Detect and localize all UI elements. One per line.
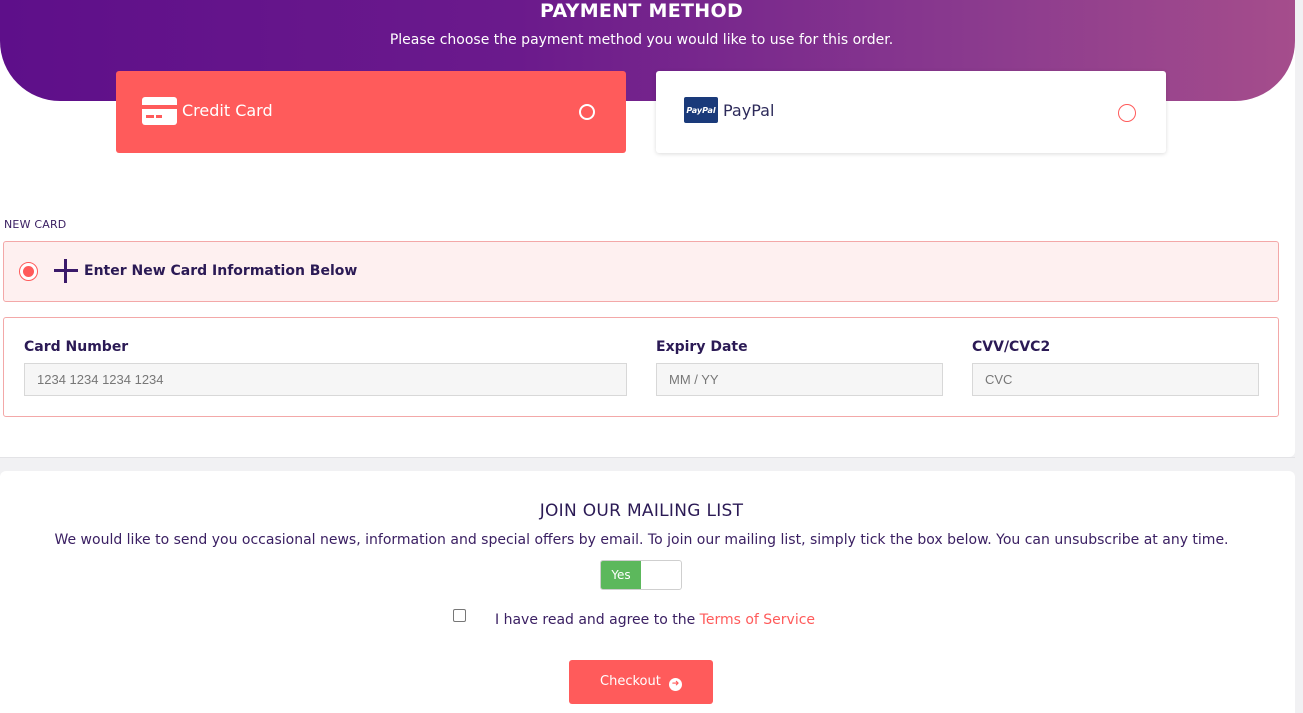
expiry-date-label: Expiry Date <box>656 339 748 355</box>
page-title: PAYMENT METHOD <box>539 0 744 22</box>
section-divider <box>0 457 1295 458</box>
checkout-button[interactable]: Checkout ➜ <box>569 660 713 704</box>
paypal-radio[interactable] <box>1118 104 1136 122</box>
mailing-list-title: JOIN OUR MAILING LIST <box>539 501 744 521</box>
new-card-option-label: Enter New Card Information Below <box>84 263 358 279</box>
arrow-right-icon: ➜ <box>668 678 682 691</box>
card-details-form: Card Number 1234 1234 1234 1234 Expiry D… <box>3 317 1279 417</box>
cvv-input[interactable]: CVC <box>972 363 1259 396</box>
terms-checkbox[interactable] <box>453 609 466 622</box>
new-card-section-label: NEW CARD <box>4 218 67 231</box>
terms-of-service-link[interactable]: Terms of Service <box>700 612 815 628</box>
mailing-list-section: JOIN OUR MAILING LIST We would like to s… <box>0 471 1295 713</box>
mailing-list-toggle[interactable]: Yes <box>600 560 682 590</box>
cvv-label: CVV/CVC2 <box>972 339 1051 355</box>
scrollbar[interactable] <box>1295 0 1303 713</box>
credit-card-radio[interactable] <box>579 104 595 120</box>
card-number-input[interactable]: 1234 1234 1234 1234 <box>24 363 627 396</box>
payment-option-label: Credit Card <box>182 101 273 120</box>
checkout-label: Checkout <box>600 674 661 689</box>
new-card-radio[interactable] <box>19 262 38 281</box>
payment-option-paypal[interactable]: PayPal PayPal <box>656 71 1166 153</box>
new-card-option[interactable]: Enter New Card Information Below <box>3 241 1279 302</box>
page-subtitle: Please choose the payment method you wou… <box>389 32 894 48</box>
toggle-yes-label: Yes <box>601 561 641 589</box>
expiry-date-input[interactable]: MM / YY <box>656 363 943 396</box>
terms-text: I have read and agree to the Terms of Se… <box>495 612 815 628</box>
payment-option-credit-card[interactable]: Credit Card <box>116 71 626 153</box>
payment-section: PAYMENT METHOD Please choose the payment… <box>0 0 1295 457</box>
terms-prefix: I have read and agree to the <box>495 612 700 628</box>
card-number-label: Card Number <box>24 339 129 355</box>
plus-icon <box>54 259 78 283</box>
paypal-logo-text: PayPal <box>686 106 715 115</box>
payment-option-label: PayPal <box>723 101 775 120</box>
paypal-logo-icon: PayPal <box>684 97 718 127</box>
mailing-list-description: We would like to send you occasional new… <box>54 532 1229 548</box>
credit-card-icon <box>142 97 177 129</box>
